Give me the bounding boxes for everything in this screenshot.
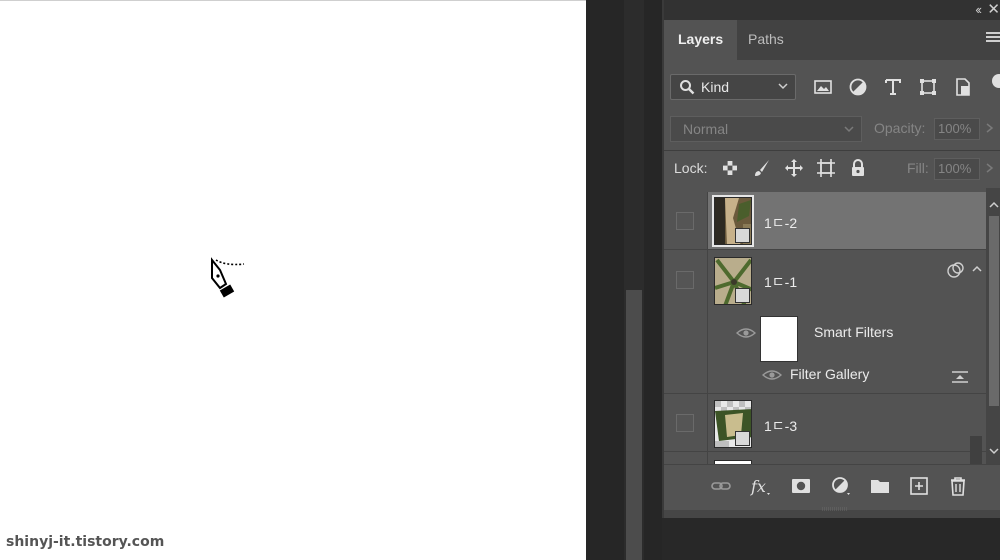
close-panel-icon[interactable]: ✕ <box>987 0 1000 18</box>
layer-name[interactable]: 1ㄷ-2 <box>764 213 797 233</box>
lock-transparent-pixels-icon[interactable] <box>720 158 740 178</box>
filter-blending-options-icon[interactable] <box>950 370 970 384</box>
blend-mode-select[interactable]: Normal <box>670 116 862 142</box>
chevron-down-icon <box>778 83 788 90</box>
search-icon <box>680 80 695 95</box>
add-mask-icon[interactable] <box>790 475 812 497</box>
new-group-icon[interactable] <box>869 475 891 497</box>
smart-filter-indicator-icon <box>947 262 964 278</box>
smart-filter-mask-thumbnail[interactable] <box>760 316 798 362</box>
layers-panel-footer: fx <box>664 464 1000 508</box>
shape-layer-filter-icon[interactable] <box>917 76 939 98</box>
layer-thumbnail <box>712 195 754 247</box>
scroll-up-icon[interactable] <box>988 200 1000 210</box>
opacity-label: Opacity: <box>874 120 926 136</box>
lock-all-icon[interactable] <box>848 158 868 178</box>
layer-row[interactable]: 1ㄷ-3 <box>664 394 986 452</box>
layers-panel: ‹‹ ✕ Layers Paths Kind Normal Opacity: 1… <box>662 0 1000 518</box>
opacity-input[interactable]: 100% <box>934 118 980 140</box>
lock-label: Lock: <box>674 160 708 176</box>
layer-list-scrollbar[interactable] <box>986 188 1000 464</box>
workspace-gutter <box>586 0 624 560</box>
layer-row[interactable]: 1ㄷ-2 <box>664 192 986 250</box>
panel-header-bar: ‹‹ ✕ <box>664 0 1000 20</box>
document-canvas[interactable]: shinyj-it.tistory.com <box>0 0 586 560</box>
effects-scrollbar[interactable] <box>970 436 982 464</box>
adjustment-layer-filter-icon[interactable] <box>847 76 869 98</box>
workspace-gutter-right <box>644 0 662 560</box>
smart-filters-label: Smart Filters <box>814 324 894 340</box>
visibility-toggle[interactable] <box>676 271 694 289</box>
layer-name[interactable]: 1ㄷ-1 <box>764 272 797 292</box>
pen-tool-cursor-icon <box>211 257 245 298</box>
kind-label: Kind <box>701 79 730 95</box>
layer-filter-kind-select[interactable]: Kind <box>670 74 796 100</box>
type-layer-filter-icon[interactable] <box>882 76 904 98</box>
tab-layers[interactable]: Layers <box>664 20 738 60</box>
blend-mode-value: Normal <box>683 121 729 137</box>
scrollbar-thumb[interactable] <box>989 216 999 406</box>
visibility-column <box>664 452 708 464</box>
new-fill-adjustment-icon[interactable] <box>830 475 852 497</box>
layer-thumbnail <box>714 257 752 305</box>
fill-input[interactable]: 100% <box>934 158 980 180</box>
collapse-panel-icon[interactable]: ‹‹ <box>975 2 982 17</box>
lock-artboard-icon[interactable] <box>816 158 836 178</box>
delete-layer-icon[interactable] <box>947 475 969 497</box>
panel-tabs: Layers Paths <box>664 20 1000 60</box>
layer-list[interactable]: 1ㄷ-2 1ㄷ-1 Smart Filters Filter Gallery 1… <box>664 188 986 464</box>
link-layers-icon[interactable] <box>710 475 732 497</box>
layer-name[interactable]: 1ㄷ-3 <box>764 416 797 436</box>
fill-dropdown-icon[interactable] <box>984 162 996 174</box>
smart-object-filter-icon[interactable] <box>952 76 974 98</box>
smart-object-badge-icon <box>735 228 750 243</box>
smart-object-badge-icon <box>735 288 750 303</box>
new-layer-icon[interactable] <box>908 475 930 497</box>
smart-object-badge-icon <box>735 431 750 446</box>
svg-text:fx: fx <box>750 477 766 496</box>
add-layer-style-icon[interactable]: fx <box>750 475 772 497</box>
panel-menu-icon[interactable] <box>986 32 1000 46</box>
workspace-background <box>662 518 1000 560</box>
scroll-down-icon[interactable] <box>988 446 1000 456</box>
visibility-toggle[interactable] <box>676 212 694 230</box>
pixel-layer-filter-icon[interactable] <box>812 76 834 98</box>
collapse-effects-icon[interactable] <box>971 264 983 274</box>
chevron-down-icon <box>844 126 854 133</box>
eye-icon[interactable] <box>736 326 756 340</box>
opacity-dropdown-icon[interactable] <box>984 122 996 134</box>
visibility-toggle[interactable] <box>676 414 694 432</box>
eye-icon[interactable] <box>762 368 782 382</box>
divider <box>664 150 1000 151</box>
photoshop-workspace: shinyj-it.tistory.com ‹‹ ✕ Layers Paths … <box>0 0 1000 560</box>
fill-label: Fill: <box>907 160 929 176</box>
filter-gallery-label[interactable]: Filter Gallery <box>790 366 869 382</box>
lock-image-pixels-icon[interactable] <box>752 158 772 178</box>
canvas-scrollbar-thumb[interactable] <box>626 290 642 560</box>
lock-position-icon[interactable] <box>784 158 804 178</box>
tab-paths[interactable]: Paths <box>734 20 798 60</box>
filter-toggle-switch[interactable] <box>992 74 1000 88</box>
resize-grip-icon[interactable] <box>820 506 850 512</box>
layer-row[interactable] <box>664 452 986 464</box>
layer-row[interactable]: 1ㄷ-1 Smart Filters Filter Gallery <box>664 250 986 394</box>
layer-thumbnail <box>714 400 752 448</box>
watermark-text: shinyj-it.tistory.com <box>6 534 165 550</box>
